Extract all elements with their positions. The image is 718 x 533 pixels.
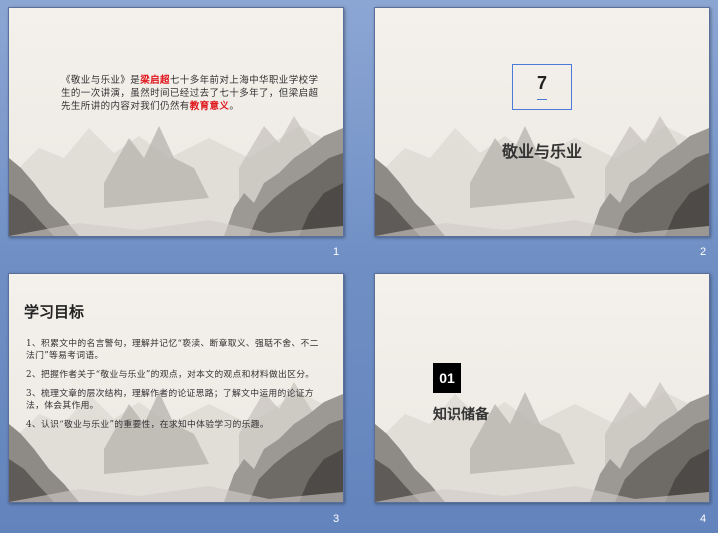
slide-thumbnail-2[interactable]: 7 敬业与乐业 xyxy=(374,7,710,237)
section-number-badge: 01 xyxy=(433,363,461,393)
slide-number-3: 3 xyxy=(333,513,340,525)
slide-number-2: 2 xyxy=(700,246,707,258)
highlight-educational-meaning: 教育意义 xyxy=(189,101,230,112)
slide-number-1: 1 xyxy=(333,246,340,258)
learning-goal-item: 1、积累文中的名言警句，理解并记忆“亵渎、断章取义、强聒不舍、不二法门”等易考词… xyxy=(26,339,319,361)
learning-goals-list: 1、积累文中的名言警句，理解并记忆“亵渎、断章取义、强聒不舍、不二法门”等易考词… xyxy=(26,338,326,438)
lesson-number-frame: 7 xyxy=(512,64,572,110)
slide-3-title: 学习目标 xyxy=(24,303,85,321)
highlight-liang-qichao: 梁启超 xyxy=(140,75,170,86)
slide-number-4: 4 xyxy=(700,513,707,525)
lesson-number: 7 xyxy=(536,73,547,93)
slide-4-title: 知识储备 xyxy=(433,407,489,423)
mountain-landscape-image xyxy=(375,8,709,236)
learning-goal-item: 2、把握作者关于“敬业与乐业”的观点，对本文的观点和材料做出区分。 xyxy=(26,370,315,380)
mountain-landscape-image xyxy=(375,274,709,502)
slide-thumbnail-1[interactable]: 《敬业与乐业》是梁启超七十多年前对上海中华职业学校学生的一次讲演，虽然时间已经过… xyxy=(8,7,344,237)
slide-thumbnail-4[interactable]: 01 知识储备 xyxy=(374,273,710,503)
mountain-landscape-image xyxy=(9,8,343,236)
slide-thumbnail-3[interactable]: 学习目标 1、积累文中的名言警句，理解并记忆“亵渎、断章取义、强聒不舍、不二法门… xyxy=(8,273,344,503)
slide-1-body-text: 《敬业与乐业》是梁启超七十多年前对上海中华职业学校学生的一次讲演，虽然时间已经过… xyxy=(61,75,319,112)
slide-2-title: 敬业与乐业 xyxy=(501,142,582,161)
learning-goal-item: 3、梳理文章的层次结构，理解作者的论证思路；了解文中运用的论证方法，体会其作用。 xyxy=(26,389,314,411)
lesson-number-underline xyxy=(537,99,547,100)
learning-goal-item: 4、认识“敬业与乐业”的重要性，在求知中体验学习的乐趣。 xyxy=(26,420,269,430)
